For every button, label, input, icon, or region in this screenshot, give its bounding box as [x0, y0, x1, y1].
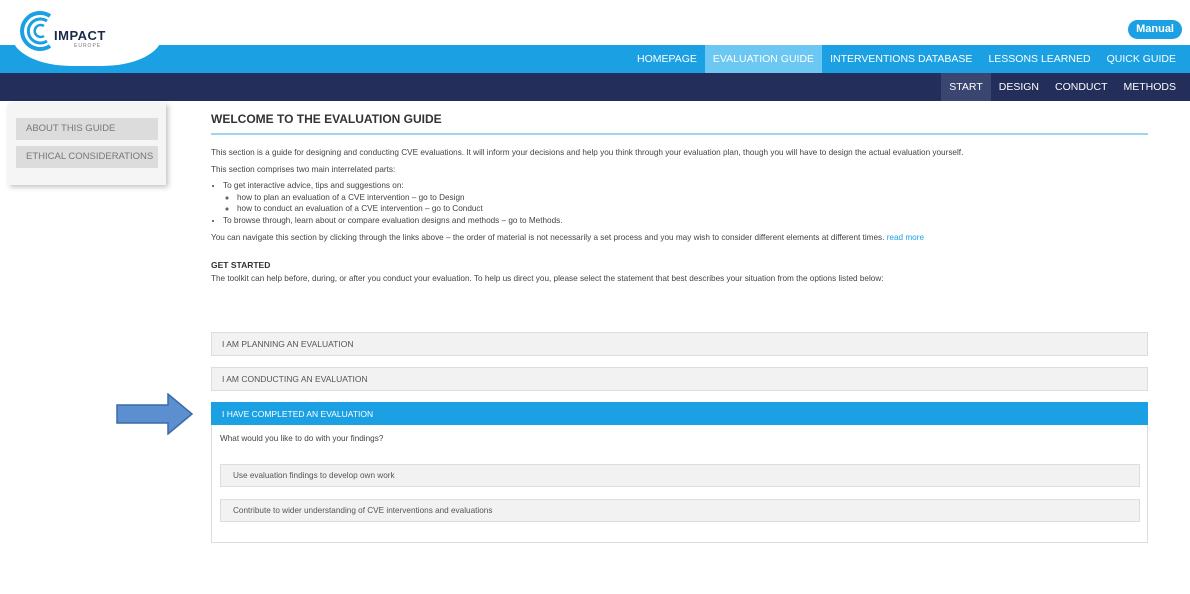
- go-to-design-link[interactable]: go to Design: [419, 193, 465, 202]
- option-contribute-understanding[interactable]: Contribute to wider understanding of CVE…: [220, 499, 1140, 522]
- list-item: To browse through, learn about or compar…: [223, 215, 1148, 227]
- accordion-conducting[interactable]: I AM CONDUCTING AN EVALUATION: [211, 367, 1148, 391]
- tab-conduct[interactable]: CONDUCT: [1047, 73, 1116, 101]
- list-item: how to plan an evaluation of a CVE inter…: [237, 192, 1148, 204]
- tab-methods[interactable]: METHODS: [1116, 73, 1185, 101]
- go-to-conduct-link[interactable]: go to Conduct: [432, 204, 483, 213]
- go-to-methods-link[interactable]: go to Methods: [508, 216, 560, 225]
- get-started-heading: GET STARTED: [211, 260, 271, 270]
- list-item: To get interactive advice, tips and sugg…: [223, 180, 1148, 215]
- tab-design[interactable]: DESIGN: [991, 73, 1047, 101]
- logo-text: IMPACT: [54, 28, 106, 43]
- list-item: how to conduct an evaluation of a CVE in…: [237, 203, 1148, 215]
- completed-panel: What would you like to do with your find…: [211, 425, 1148, 543]
- parts-list: To get interactive advice, tips and sugg…: [223, 180, 1148, 226]
- right-arrow-icon: [116, 393, 194, 435]
- get-started-text: The toolkit can help before, during, or …: [211, 274, 884, 283]
- page-title: WELCOME TO THE EVALUATION GUIDE: [211, 112, 1148, 135]
- accordion-completed[interactable]: I HAVE COMPLETED AN EVALUATION: [211, 402, 1148, 426]
- main-content: WELCOME TO THE EVALUATION GUIDE This sec…: [211, 112, 1148, 285]
- sidebar-item-ethical[interactable]: ETHICAL CONSIDERATIONS: [16, 146, 158, 168]
- top-strip: [0, 0, 1190, 45]
- nav-lessons-learned[interactable]: LESSONS LEARNED: [980, 45, 1098, 73]
- findings-question: What would you like to do with your find…: [220, 434, 384, 443]
- secondary-nav: START DESIGN CONDUCT METHODS: [0, 73, 1190, 101]
- manual-button[interactable]: Manual: [1128, 20, 1182, 39]
- accordion-planning[interactable]: I AM PLANNING AN EVALUATION: [211, 332, 1148, 356]
- intro-text: This section is a guide for designing an…: [211, 148, 964, 157]
- logo-subtext: EUROPE: [74, 43, 102, 49]
- nav-interventions-database[interactable]: INTERVENTIONS DATABASE: [822, 45, 980, 73]
- impact-europe-logo[interactable]: IMPACT EUROPE: [12, 4, 162, 66]
- option-develop-own-work[interactable]: Use evaluation findings to develop own w…: [220, 464, 1140, 487]
- primary-nav: HOMEPAGE EVALUATION GUIDE INTERVENTIONS …: [0, 45, 1190, 73]
- read-more-link[interactable]: read more: [887, 233, 924, 242]
- sidebar-item-about[interactable]: ABOUT THIS GUIDE: [16, 118, 158, 140]
- comprises-text: This section comprises two main interrel…: [211, 165, 396, 174]
- nav-quick-guide[interactable]: QUICK GUIDE: [1099, 45, 1184, 73]
- sidebar: ABOUT THIS GUIDE ETHICAL CONSIDERATIONS: [8, 103, 166, 185]
- nav-evaluation-guide[interactable]: EVALUATION GUIDE: [704, 45, 823, 73]
- navigate-text: You can navigate this section by clickin…: [211, 233, 925, 242]
- nav-homepage[interactable]: HOMEPAGE: [629, 45, 705, 73]
- tab-start[interactable]: START: [941, 73, 991, 101]
